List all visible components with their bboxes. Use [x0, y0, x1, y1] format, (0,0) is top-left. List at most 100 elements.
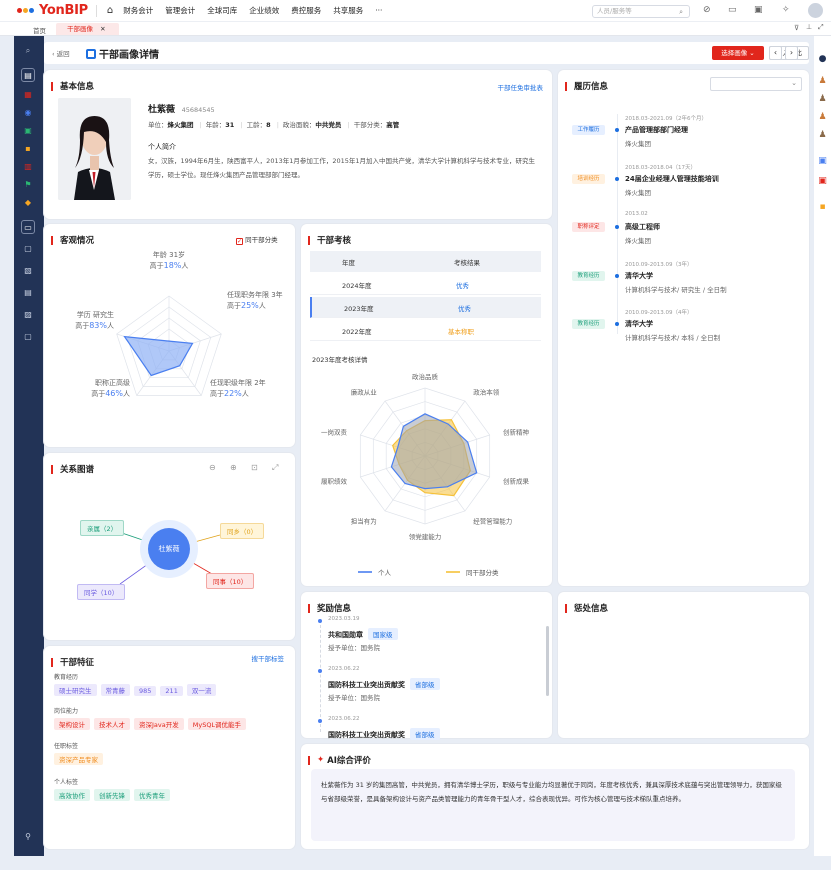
search-input[interactable]: 人员/服务等 ⌕	[592, 5, 690, 18]
features-card: 干部特征 搜干部标签 教育经历 硕士研究生 常青藤 985 211 双一流 岗位能力 架构设计…	[44, 646, 295, 849]
feature-tag[interactable]: 架构设计	[54, 718, 90, 730]
apps-icon[interactable]: ▭	[728, 5, 737, 15]
next-page-button[interactable]: ›	[785, 46, 798, 60]
resume-item-title[interactable]: 24届企业经理人管理技能培训	[625, 174, 719, 184]
award-dot	[318, 619, 322, 623]
award-name-row: 共和国勋章 国家级	[328, 628, 402, 640]
feature-tag[interactable]: 双一流	[186, 684, 217, 696]
center-node-label[interactable]: 杜紫薇	[151, 544, 187, 554]
settings-icon[interactable]: ✧	[782, 5, 790, 15]
person-id: 45684545	[181, 106, 215, 114]
feature-tag[interactable]: 硕士研究生	[54, 684, 97, 696]
folder-icon[interactable]: ▭	[21, 220, 35, 234]
relation-node[interactable]: 同乡（0）	[220, 523, 265, 539]
assessment-axis-label: 履职绩效	[321, 477, 348, 486]
feature-tag[interactable]: 优秀青年	[134, 789, 170, 801]
table-row[interactable]: 2023年度 优秀	[310, 297, 541, 318]
select-portrait-button[interactable]: 选择画像 ⌄	[712, 46, 764, 60]
profile-icon[interactable]: ●	[817, 54, 828, 65]
document-icon[interactable]: ▤	[21, 68, 35, 82]
search-menu-icon[interactable]: ⌕	[21, 44, 35, 58]
chart-red-icon[interactable]: ▦	[21, 88, 35, 102]
ai-eval-title: ✦ AI综合评价	[308, 754, 371, 766]
user-avatar[interactable]	[808, 3, 823, 18]
assessment-axis-label: 政治品质	[412, 372, 439, 381]
cube-orange-icon[interactable]: ◆	[21, 196, 35, 210]
grid-green-icon[interactable]: ▣	[21, 124, 35, 138]
resume-item-title[interactable]: 清华大学	[625, 319, 653, 329]
resume-org: 烽火集团	[625, 237, 651, 245]
nav-item-5[interactable]: 共享服务	[333, 5, 363, 16]
pin-sidebar-icon[interactable]: ⚲	[21, 830, 35, 844]
home-icon[interactable]: ⌂	[107, 5, 113, 16]
app-red-icon[interactable]: ▣	[817, 176, 828, 187]
flag-green-icon[interactable]: ⚑	[21, 178, 35, 192]
objective-axis-value: 高于25%人	[227, 301, 266, 310]
tab-home[interactable]: 首页	[33, 25, 46, 35]
nav-item-2[interactable]: 全球司库	[207, 5, 237, 16]
person-1-icon[interactable]: ♟	[817, 76, 828, 87]
chevron-down-icon: ⌄	[791, 79, 797, 87]
tab-cadre-portrait[interactable]: 干部画像 ✕	[56, 23, 119, 35]
message-box-icon[interactable]: ▢	[21, 330, 35, 344]
fullscreen-icon[interactable]: ⤢	[818, 23, 824, 32]
resume-item-title[interactable]: 高级工程师	[625, 222, 660, 232]
legend-label: 同干部分类	[466, 568, 499, 577]
appoint-form-link[interactable]: 干部任免审批表	[498, 82, 544, 92]
left-sidebar: ⌕ ▤ ▦ ◉ ▣ ▪ ▥ ⚑ ◆ ▭ ▢ ▧ ▤ ▨ ▢ ⚲	[14, 36, 44, 856]
user-blue-icon[interactable]: ◉	[21, 106, 35, 120]
nav-item-6[interactable]: ···	[375, 6, 382, 15]
relation-node[interactable]: 同学（10）	[77, 584, 126, 600]
relation-node[interactable]: 亲属（2）	[80, 520, 125, 536]
award-name[interactable]: 国防科技工业突出贡献奖	[328, 681, 405, 689]
logo-divider	[95, 4, 97, 17]
bars-red-icon[interactable]: ▥	[21, 160, 35, 174]
award-name[interactable]: 共和国勋章	[328, 631, 363, 639]
chat-icon[interactable]: ▢	[21, 242, 35, 256]
table-row[interactable]: 2024年度 优秀	[310, 274, 541, 295]
box-orange-icon[interactable]: ▪	[21, 142, 35, 156]
layers-icon[interactable]: ▨	[21, 308, 35, 322]
resume-filter-select[interactable]: ⌄	[710, 77, 802, 91]
collapse-icon[interactable]: ⊽	[794, 24, 799, 32]
tab-close-icon[interactable]: ✕	[100, 25, 105, 33]
award-level-badge: 省部级	[410, 678, 440, 690]
nav-item-4[interactable]: 费控服务	[291, 5, 321, 16]
nav-item-1[interactable]: 管理会计	[165, 5, 195, 16]
award-name[interactable]: 国防科技工业突出贡献奖	[328, 731, 405, 739]
assessment-year: 2022年度	[342, 328, 372, 336]
pin-icon[interactable]: ⊥	[806, 23, 812, 31]
logo-flower-icon	[16, 8, 34, 13]
assessment-axis-label: 创新精神	[503, 427, 529, 436]
timeline-dot	[615, 322, 619, 326]
person-2-icon[interactable]: ♟	[817, 94, 828, 105]
report-icon[interactable]: ▧	[21, 264, 35, 278]
feature-tag[interactable]: 创新先锋	[94, 789, 130, 801]
app-orange-icon[interactable]: ▪	[817, 202, 828, 213]
nav-item-3[interactable]: 企业绩效	[249, 5, 279, 16]
nav-item-0[interactable]: 财务会计	[123, 5, 153, 16]
feature-tag[interactable]: 技术人才	[94, 718, 130, 730]
resume-item-title[interactable]: 清华大学	[625, 271, 653, 281]
back-button[interactable]: ‹ 返回	[52, 48, 70, 58]
feature-tag[interactable]: 常青藤	[100, 684, 130, 696]
feature-tag[interactable]: 高效协作	[54, 789, 90, 801]
search-tags-link[interactable]: 搜干部标签	[252, 653, 285, 663]
feature-tag[interactable]: MySQL调优能手	[187, 718, 247, 730]
help-icon[interactable]: ⊘	[703, 5, 711, 15]
logo[interactable]: YonBIP	[16, 3, 88, 18]
relation-node[interactable]: 同事（10）	[206, 573, 255, 589]
calendar-icon[interactable]: ▤	[21, 286, 35, 300]
feature-tag[interactable]: 资深Java开发	[134, 718, 184, 730]
feature-tag[interactable]: 985	[134, 686, 157, 696]
app-blue-icon[interactable]: ▣	[817, 156, 828, 167]
message-icon[interactable]: ▣	[754, 5, 763, 15]
awards-scrollbar[interactable]	[546, 626, 549, 696]
person-4-icon[interactable]: ♟	[817, 130, 828, 141]
table-row[interactable]: 2022年度 基本称职	[310, 320, 541, 341]
prev-page-button[interactable]: ‹	[769, 46, 782, 60]
person-3-icon[interactable]: ♟	[817, 112, 828, 123]
feature-tag[interactable]: 211	[160, 686, 183, 696]
resume-item-title[interactable]: 产品管理部部门经理	[625, 125, 688, 135]
feature-tag[interactable]: 资深产品专家	[54, 753, 103, 765]
